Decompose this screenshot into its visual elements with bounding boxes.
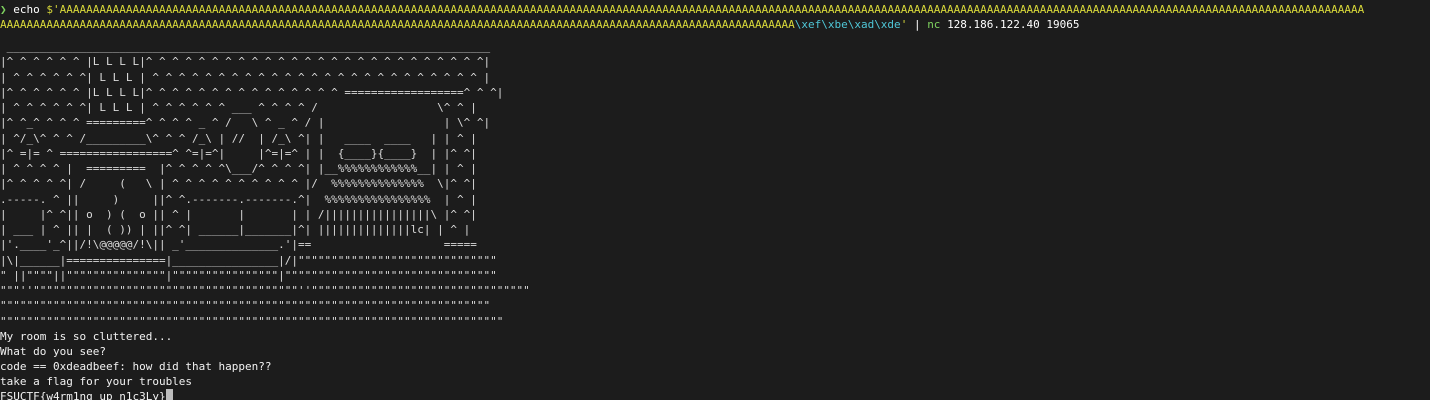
ascii-art-line: |\|______|===============|______________… — [0, 253, 497, 267]
payload-part-2: AAAAAAAAAAAAAAAAAAAAAAAAAAAAAAAAAAAAAAAA… — [0, 18, 795, 31]
quote-open: $' — [46, 3, 60, 16]
output-text: What do you see? — [0, 344, 106, 358]
output-text: take a flag for your troubles — [0, 374, 193, 388]
quote-close: ' — [900, 18, 908, 31]
ascii-art-line: |^ =|= ^ =================^ ^=|=^| |^=|=… — [0, 146, 477, 160]
output-line: What do you see? — [0, 344, 1430, 359]
terminal-window[interactable]: ❯ echo $'AAAAAAAAAAAAAAAAAAAAAAAAAAAAAAA… — [0, 0, 1430, 400]
ascii-art-line: """"""""""""""""""""""""""""""""""""""""… — [0, 299, 491, 313]
ascii-art-room: ________________________________________… — [0, 39, 1430, 329]
ascii-art-line: |^ ^ ^ ^ ^ ^ |L L L L|^ ^ ^ ^ ^ ^ ^ ^ ^ … — [0, 55, 491, 69]
output-text: code == 0xdeadbeef: how did that happen?… — [0, 359, 272, 373]
ascii-art-line: .-----. ^ || ) ||^ ^.-------.-------.^| … — [0, 192, 477, 206]
escape-bytes: \xef\xbe\xad\xde — [794, 18, 901, 31]
program-output: My room is so cluttered... What do you se… — [0, 329, 1430, 400]
nc-program: nc — [927, 18, 941, 31]
ascii-art-line: |^ ^ ^ ^ ^| / ( \ | ^ ^ ^ ^ ^ ^ ^ ^ ^ ^ … — [0, 177, 477, 191]
ascii-art-line: | ___ | ^ || | ( )) | ||^ ^| ______|____… — [0, 223, 471, 236]
ascii-art-line: |^ ^ ^ ^ ^ ^ |L L L L|^ ^ ^ ^ ^ ^ ^ ^ ^ … — [0, 85, 504, 99]
command-line-1: ❯ echo $'AAAAAAAAAAAAAAAAAAAAAAAAAAAAAAA… — [0, 2, 1430, 17]
ascii-art-line: |^ ^_^ ^ ^ ^ =========^ ^ ^ ^ _ ^ / \ ^ … — [0, 116, 491, 130]
output-text: My room is so cluttered... — [0, 329, 173, 343]
ascii-art-line: | ^ ^ ^ ^ ^ ^| L L L | ^ ^ ^ ^ ^ ^ ___ ^… — [0, 101, 477, 114]
output-text: FSUCTF{w4rm1ng_up_n1c3Ly} — [0, 389, 166, 400]
payload-part-1: AAAAAAAAAAAAAAAAAAAAAAAAAAAAAAAAAAAAAAAA… — [59, 3, 1365, 16]
output-line: My room is so cluttered... — [0, 329, 1430, 344]
ascii-art-line: |'.____'_^||/!\@@@@@/!\|| _'____________… — [0, 238, 477, 252]
echo-command: echo — [13, 3, 40, 16]
ascii-art-line: ________________________________________… — [0, 40, 491, 53]
output-line: code == 0xdeadbeef: how did that happen?… — [0, 359, 1430, 374]
ascii-art-line: """''"""""""""""""""""""""""""""""""""""… — [0, 284, 530, 297]
pipe-symbol: | — [913, 18, 921, 31]
ascii-art-line: """"""""""""""""""""""""""""""""""""""""… — [0, 314, 504, 328]
nc-args: 128.186.122.40 19065 — [947, 18, 1080, 31]
ascii-art-line: | |^ ^|| o ) ( o || ^ | | | | /|||||||||… — [0, 207, 477, 221]
flag-output-line: FSUCTF{w4rm1ng_up_n1c3Ly} — [0, 388, 1430, 400]
command-line-2: AAAAAAAAAAAAAAAAAAAAAAAAAAAAAAAAAAAAAAAA… — [0, 17, 1430, 32]
ascii-art-line: " ||""""||"""""""""""""""|""""""""""""""… — [0, 268, 497, 282]
ascii-art-line: | ^/_\^ ^ ^ /_________\^ ^ ^ /_\ | // | … — [0, 131, 477, 145]
cursor-block — [165, 388, 173, 400]
ascii-art-line: | ^ ^ ^ ^ ^ ^| L L L | ^ ^ ^ ^ ^ ^ ^ ^ ^… — [0, 70, 491, 84]
prompt-symbol: ❯ — [0, 3, 7, 16]
ascii-art-line: | ^ ^ ^ ^ | ========= |^ ^ ^ ^ ^\___/^ ^… — [0, 162, 477, 175]
output-line: take a flag for your troubles — [0, 374, 1430, 389]
